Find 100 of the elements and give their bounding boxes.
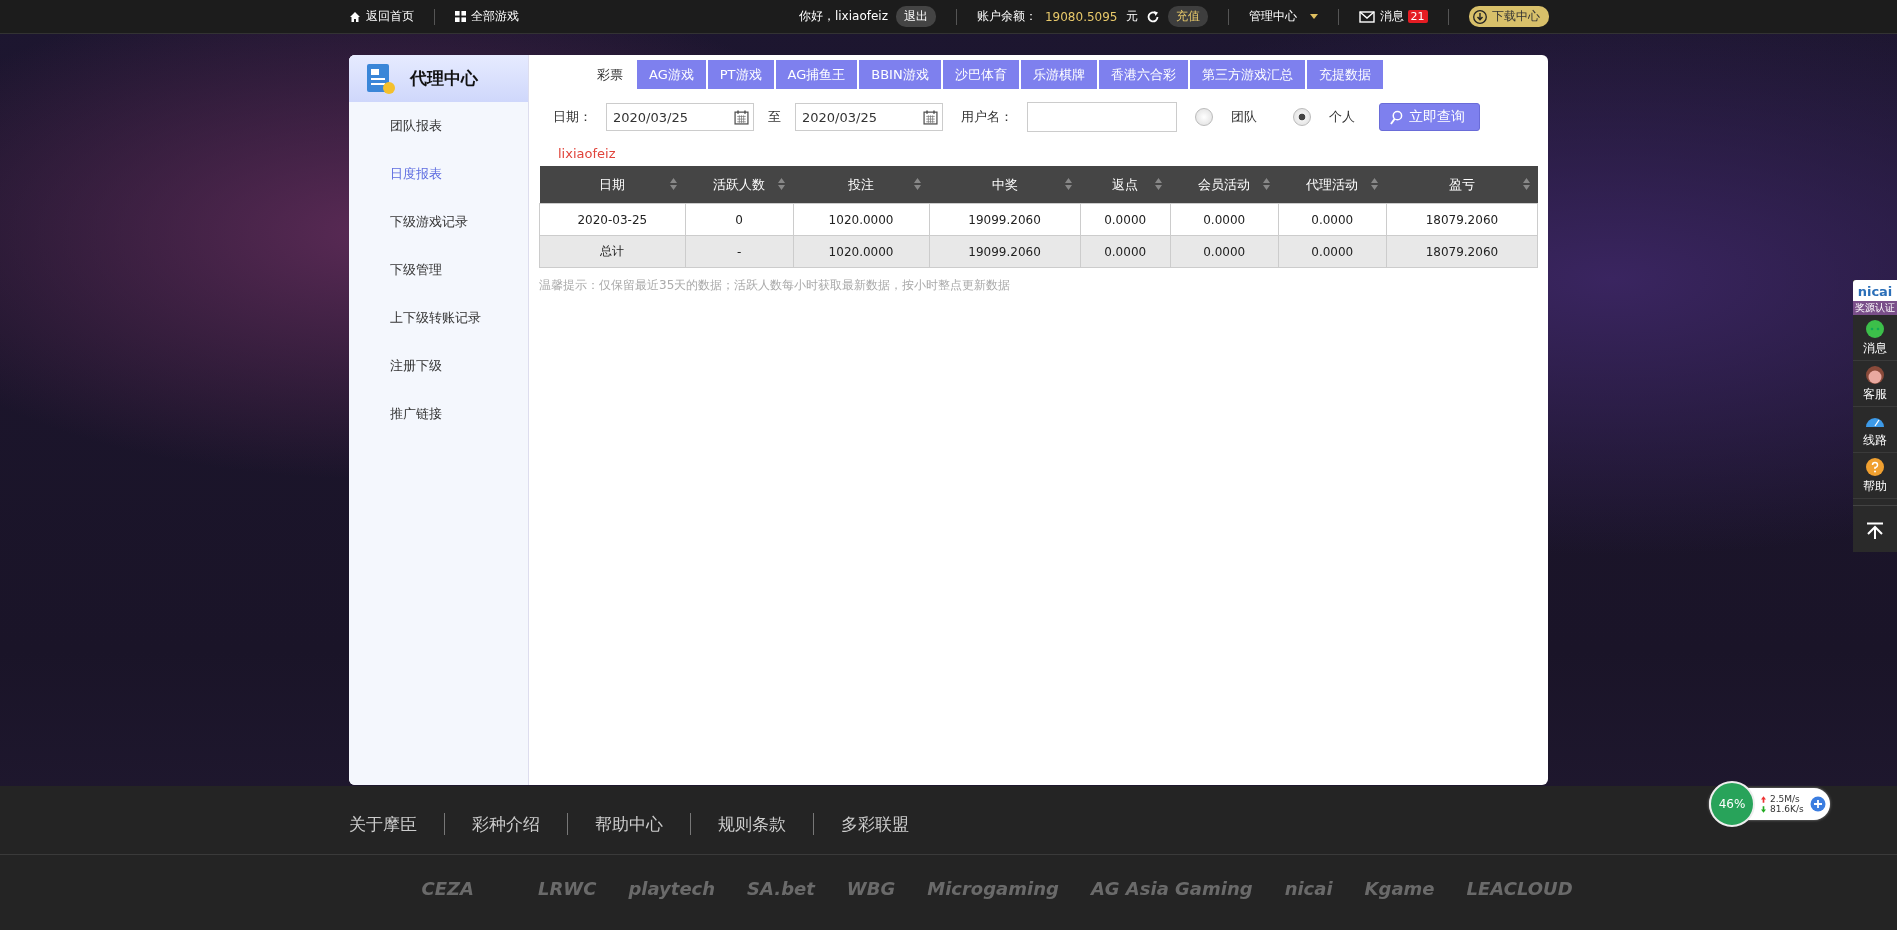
calendar-icon [923, 109, 938, 125]
balance-label: 账户余额： [976, 8, 1037, 25]
footer-link[interactable]: 关于摩臣 [348, 812, 417, 836]
download-center-button[interactable]: 下载中心 [1468, 6, 1549, 27]
dock-item[interactable]: 客服 [1853, 361, 1897, 407]
column-header[interactable]: 返点 [1080, 166, 1171, 204]
sort-icon [1263, 178, 1271, 190]
download-rate: 81.6K/s [1761, 804, 1804, 814]
date-to-field[interactable]: 2020/03/25 [795, 103, 943, 131]
sort-icon [1155, 178, 1163, 190]
grid-icon [454, 11, 466, 22]
table-cell: 19099.2060 [929, 235, 1081, 268]
home-link[interactable]: 返回首页 [348, 8, 414, 25]
mail-icon [1358, 10, 1375, 23]
refresh-icon[interactable] [1145, 9, 1160, 24]
sidebar-item[interactable]: 上下级转账记录 [349, 294, 528, 342]
partner-logo: WBG [846, 877, 896, 899]
sort-icon [778, 178, 786, 190]
all-games-link[interactable]: 全部游戏 [454, 8, 519, 25]
arrow-up-icon [1761, 795, 1766, 803]
caret-icon [1309, 14, 1318, 19]
sidebar-item[interactable]: 注册下级 [349, 342, 528, 390]
to-label: 至 [768, 108, 781, 126]
table-cell: 0.0000 [1080, 203, 1171, 236]
balance-amount: 19080.5095 [1044, 9, 1118, 24]
column-header[interactable]: 日期 [539, 166, 686, 204]
username-label: 用户名： [961, 108, 1013, 126]
date-label: 日期： [553, 108, 592, 126]
radio-label: 个人 [1329, 108, 1355, 126]
table-cell: 0.0000 [1080, 235, 1171, 268]
sort-icon [1065, 178, 1073, 190]
username-input[interactable] [1027, 102, 1177, 132]
recharge-button[interactable]: 充值 [1167, 6, 1208, 27]
sidebar-title: 代理中心 [410, 67, 478, 90]
table-cell: 0.0000 [1170, 235, 1279, 268]
sidebar-item[interactable]: 团队报表 [349, 102, 528, 150]
partner-logo: SA.bet [747, 877, 815, 899]
home-icon [348, 10, 361, 23]
footer-link[interactable]: 帮助中心 [594, 812, 663, 836]
sort-icon [670, 178, 678, 190]
dock-item[interactable]: 消息 [1853, 315, 1897, 361]
partner-logo: Microgaming [927, 877, 1059, 899]
column-header[interactable]: 盈亏 [1386, 166, 1538, 204]
sort-icon [1522, 178, 1530, 190]
table-cell: 1020.0000 [793, 203, 929, 236]
footer-link[interactable]: 多彩联盟 [840, 812, 909, 836]
help-icon [1865, 457, 1885, 477]
sort-icon [914, 178, 921, 190]
arrow-down-icon [1761, 805, 1766, 813]
partner-logo: AG Asia Gaming [1090, 877, 1253, 899]
radio-button[interactable] [1293, 108, 1311, 126]
table-cell: 0 [685, 203, 794, 236]
column-header[interactable]: 代理活动 [1278, 166, 1387, 204]
certification-label: 奖源认证 [1853, 301, 1897, 315]
sidebar-item[interactable]: 日度报表 [349, 150, 528, 198]
greeting-text: 你好，lixiaofeiz [798, 8, 888, 25]
sidebar-item[interactable]: 下级游戏记录 [349, 198, 528, 246]
sidebar-item[interactable]: 下级管理 [349, 246, 528, 294]
username-text: lixiaofeiz [558, 146, 617, 161]
plus-icon[interactable] [1809, 796, 1826, 812]
calendar-icon [734, 109, 749, 125]
brand-logo-text: nicai [1857, 283, 1893, 301]
certification-badge[interactable]: nicai 奖源认证 [1853, 280, 1897, 315]
partner-logo: playtech [628, 877, 716, 899]
chat-bubble-icon [1865, 319, 1885, 339]
column-header[interactable]: 会员活动 [1170, 166, 1279, 204]
column-header[interactable]: 投注 [793, 166, 929, 204]
radio-label: 团队 [1231, 108, 1257, 126]
table-cell: 2020-03-25 [539, 203, 686, 236]
column-header[interactable]: 活跃人数 [685, 166, 794, 204]
partner-logo: LEACLOUD [1466, 877, 1573, 899]
table-cell: 18079.2060 [1386, 235, 1538, 268]
dock-item[interactable]: 帮助 [1853, 453, 1897, 499]
speed-percent: 46% [1709, 781, 1755, 827]
table-cell: 总计 [539, 235, 686, 268]
table-cell: 19099.2060 [929, 203, 1081, 236]
download-icon [1472, 9, 1487, 24]
logout-button[interactable]: 退出 [895, 6, 936, 27]
message-count-badge: 21 [1407, 10, 1428, 23]
date-from-field[interactable]: 2020/03/25 [606, 103, 754, 131]
table-cell: 0.0000 [1278, 203, 1387, 236]
column-header[interactable]: 中奖 [929, 166, 1081, 204]
partner-logo: LRWC [538, 877, 597, 899]
dock-item[interactable]: 线路 [1853, 407, 1897, 453]
sort-icon [1371, 178, 1379, 190]
partner-logo: Kgame [1364, 877, 1435, 899]
footer-link[interactable]: 彩种介绍 [471, 812, 540, 836]
sidebar-item[interactable]: 推广链接 [349, 390, 528, 438]
footer-link[interactable]: 规则条款 [717, 812, 786, 836]
manage-center-menu[interactable]: 管理中心 [1248, 8, 1318, 25]
table-cell: 0.0000 [1170, 203, 1279, 236]
partner-logo: CEZA [421, 877, 474, 899]
currency-text: 元 [1125, 8, 1138, 25]
messages-link[interactable]: 消息 [1358, 8, 1404, 25]
girl-face-icon [1865, 365, 1885, 385]
table-cell: 0.0000 [1278, 235, 1387, 268]
upload-rate: 2.5M/s [1761, 794, 1804, 804]
search-icon [1390, 109, 1403, 125]
table-cell: - [685, 235, 794, 268]
radio-button[interactable] [1195, 108, 1213, 126]
